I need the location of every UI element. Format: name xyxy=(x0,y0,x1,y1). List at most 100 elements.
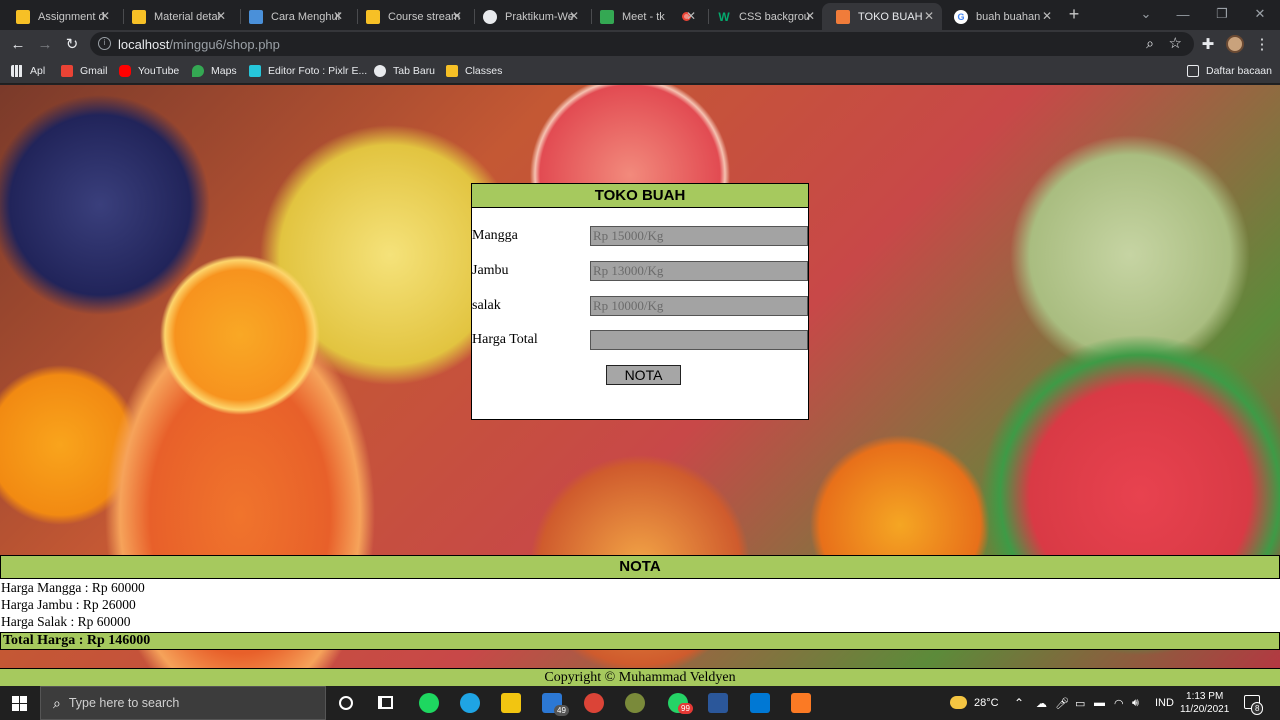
task-view-icon[interactable] xyxy=(378,696,393,709)
wifi-icon[interactable]: ◠ xyxy=(1114,686,1124,720)
maximize-button[interactable]: ❐ xyxy=(1202,0,1242,28)
chrome-profile-icon[interactable] xyxy=(625,693,645,713)
page-viewport: TOKO BUAH Mangga Jambu salak Harga Total… xyxy=(0,85,1280,686)
zoom-icon[interactable]: ⌕ xyxy=(1146,35,1154,52)
bookmark-gmail[interactable]: Gmail xyxy=(61,64,107,78)
reading-list-icon xyxy=(1187,65,1199,77)
close-tab-icon[interactable]: ✕ xyxy=(805,9,815,23)
close-tab-icon[interactable]: ✕ xyxy=(452,9,462,23)
menu-icon[interactable]: ⋮ xyxy=(1251,33,1273,55)
extensions-icon[interactable]: ✚ xyxy=(1197,33,1219,55)
url-text[interactable]: localhost/minggu6/shop.php xyxy=(118,37,280,52)
close-tab-icon[interactable]: ✕ xyxy=(686,9,696,23)
clock[interactable]: 1:13 PM 11/20/2021 xyxy=(1180,686,1229,720)
nota-line-salak: Harga Salak : Rp 60000 xyxy=(1,614,131,629)
tab-3[interactable]: Cara Menghul ✕ xyxy=(235,3,351,30)
w3schools-icon: W xyxy=(718,9,730,24)
bookmark-apps[interactable]: Apl xyxy=(11,64,45,78)
forward-button[interactable]: → xyxy=(34,33,56,55)
harga-total-input[interactable] xyxy=(590,330,808,350)
close-tab-icon[interactable]: ✕ xyxy=(333,9,343,23)
close-tab-icon[interactable]: ✕ xyxy=(1042,9,1052,23)
pixlr-icon xyxy=(249,65,261,77)
site-icon xyxy=(249,9,263,24)
shop-title: TOKO BUAH xyxy=(472,184,808,208)
bookmark-star-icon[interactable]: ☆ xyxy=(1169,34,1182,52)
onedrive-icon[interactable]: ☁ xyxy=(1036,686,1047,720)
meet-tray-icon[interactable]: ▭ xyxy=(1075,686,1085,720)
new-tab-button[interactable]: + xyxy=(1063,3,1085,25)
edge-icon[interactable] xyxy=(460,693,480,713)
chrome-icon[interactable] xyxy=(584,693,604,713)
jambu-label: Jambu xyxy=(472,263,509,278)
bookmark-tab-baru[interactable]: Tab Baru xyxy=(374,64,435,78)
search-icon: ⌕ xyxy=(53,694,61,711)
tab-6[interactable]: Meet - tk ✕ xyxy=(586,3,704,30)
windows-start-icon[interactable] xyxy=(12,696,27,711)
copyright-footer: Copyright © Muhammad Veldyen xyxy=(0,668,1280,686)
temperature[interactable]: 28°C xyxy=(974,686,999,720)
salak-input[interactable] xyxy=(590,296,808,316)
nota-line-mangga: Harga Mangga : Rp 60000 xyxy=(1,580,145,595)
tab-1[interactable]: Assignment d ✕ xyxy=(2,3,118,30)
classroom-icon xyxy=(16,9,30,24)
bookmark-classes[interactable]: Classes xyxy=(446,64,502,78)
google-icon: G xyxy=(954,9,968,24)
spotify-icon[interactable] xyxy=(419,693,439,713)
jambu-input[interactable] xyxy=(590,261,808,281)
vscode-icon[interactable] xyxy=(750,693,770,713)
close-tab-icon[interactable]: ✕ xyxy=(569,9,579,23)
reload-button[interactable]: ↻ xyxy=(61,33,83,55)
reading-list[interactable]: Daftar bacaan xyxy=(1187,64,1272,78)
tab-search-icon[interactable]: ⌄ xyxy=(1126,0,1166,28)
shop-form: TOKO BUAH Mangga Jambu salak Harga Total… xyxy=(471,183,809,420)
profile-avatar[interactable] xyxy=(1226,35,1244,53)
windows-taskbar: ⌕ Type here to search 49 99 28°C ⌃ ☁ 🎤︎ … xyxy=(0,686,1280,720)
volume-icon[interactable]: 🔊︎ xyxy=(1132,686,1139,720)
github-icon xyxy=(483,9,497,24)
show-hidden-icons-icon[interactable]: ⌃ xyxy=(1014,686,1024,720)
gmail-icon xyxy=(61,65,73,77)
minimize-button[interactable]: — xyxy=(1163,0,1203,28)
close-window-button[interactable]: ✕ xyxy=(1240,0,1280,28)
bookmark-pixlr[interactable]: Editor Foto : Pixlr E... xyxy=(249,64,367,78)
nota-title: NOTA xyxy=(0,555,1280,579)
tab-4[interactable]: Course stream ✕ xyxy=(352,3,470,30)
tab-toko-buah[interactable]: TOKO BUAH ✕ xyxy=(822,3,942,30)
total-harga: Total Harga : Rp 146000 xyxy=(0,632,1280,650)
bookmark-maps[interactable]: Maps xyxy=(192,64,237,78)
close-tab-icon[interactable]: ✕ xyxy=(100,9,110,23)
mangga-label: Mangga xyxy=(472,228,518,243)
xampp-icon[interactable] xyxy=(791,693,811,713)
salak-label: salak xyxy=(472,298,501,313)
apps-grid-icon xyxy=(11,65,23,77)
close-tab-icon[interactable]: ✕ xyxy=(216,9,226,23)
tab-7[interactable]: W CSS backgrou ✕ xyxy=(703,3,823,30)
mangga-input[interactable] xyxy=(590,226,808,246)
cortana-icon[interactable] xyxy=(339,696,353,710)
weather-icon[interactable] xyxy=(950,696,967,709)
bookmark-youtube[interactable]: YouTube xyxy=(119,64,179,78)
notifications-icon[interactable]: 8 xyxy=(1244,695,1264,715)
microphone-icon[interactable]: 🎤︎ xyxy=(1055,686,1069,720)
tab-2[interactable]: Material detai ✕ xyxy=(118,3,234,30)
address-bar[interactable]: i localhost/minggu6/shop.php ⌕ ☆ xyxy=(90,32,1194,56)
field-row-salak: salak xyxy=(472,296,809,318)
back-button[interactable]: ← xyxy=(7,33,29,55)
word-icon[interactable] xyxy=(708,693,728,713)
language-indicator[interactable]: IND xyxy=(1155,686,1174,720)
tab-9[interactable]: Gbuah buahan ✕ xyxy=(940,3,1060,30)
taskbar-search[interactable]: ⌕ Type here to search xyxy=(40,686,326,720)
battery-icon[interactable]: ▬ xyxy=(1094,686,1105,720)
nota-line-jambu: Harga Jambu : Rp 26000 xyxy=(1,597,136,612)
youtube-icon xyxy=(119,65,131,77)
mail-icon[interactable]: 49 xyxy=(542,693,569,716)
classroom-icon xyxy=(132,9,146,24)
field-row-mangga: Mangga xyxy=(472,226,809,248)
nota-button[interactable]: NOTA xyxy=(606,365,681,385)
tab-5[interactable]: Praktikum-We ✕ xyxy=(469,3,587,30)
close-tab-icon[interactable]: ✕ xyxy=(924,9,934,23)
whatsapp-icon[interactable]: 99 xyxy=(668,693,693,714)
info-icon[interactable]: i xyxy=(98,37,111,50)
file-explorer-icon[interactable] xyxy=(501,693,521,713)
